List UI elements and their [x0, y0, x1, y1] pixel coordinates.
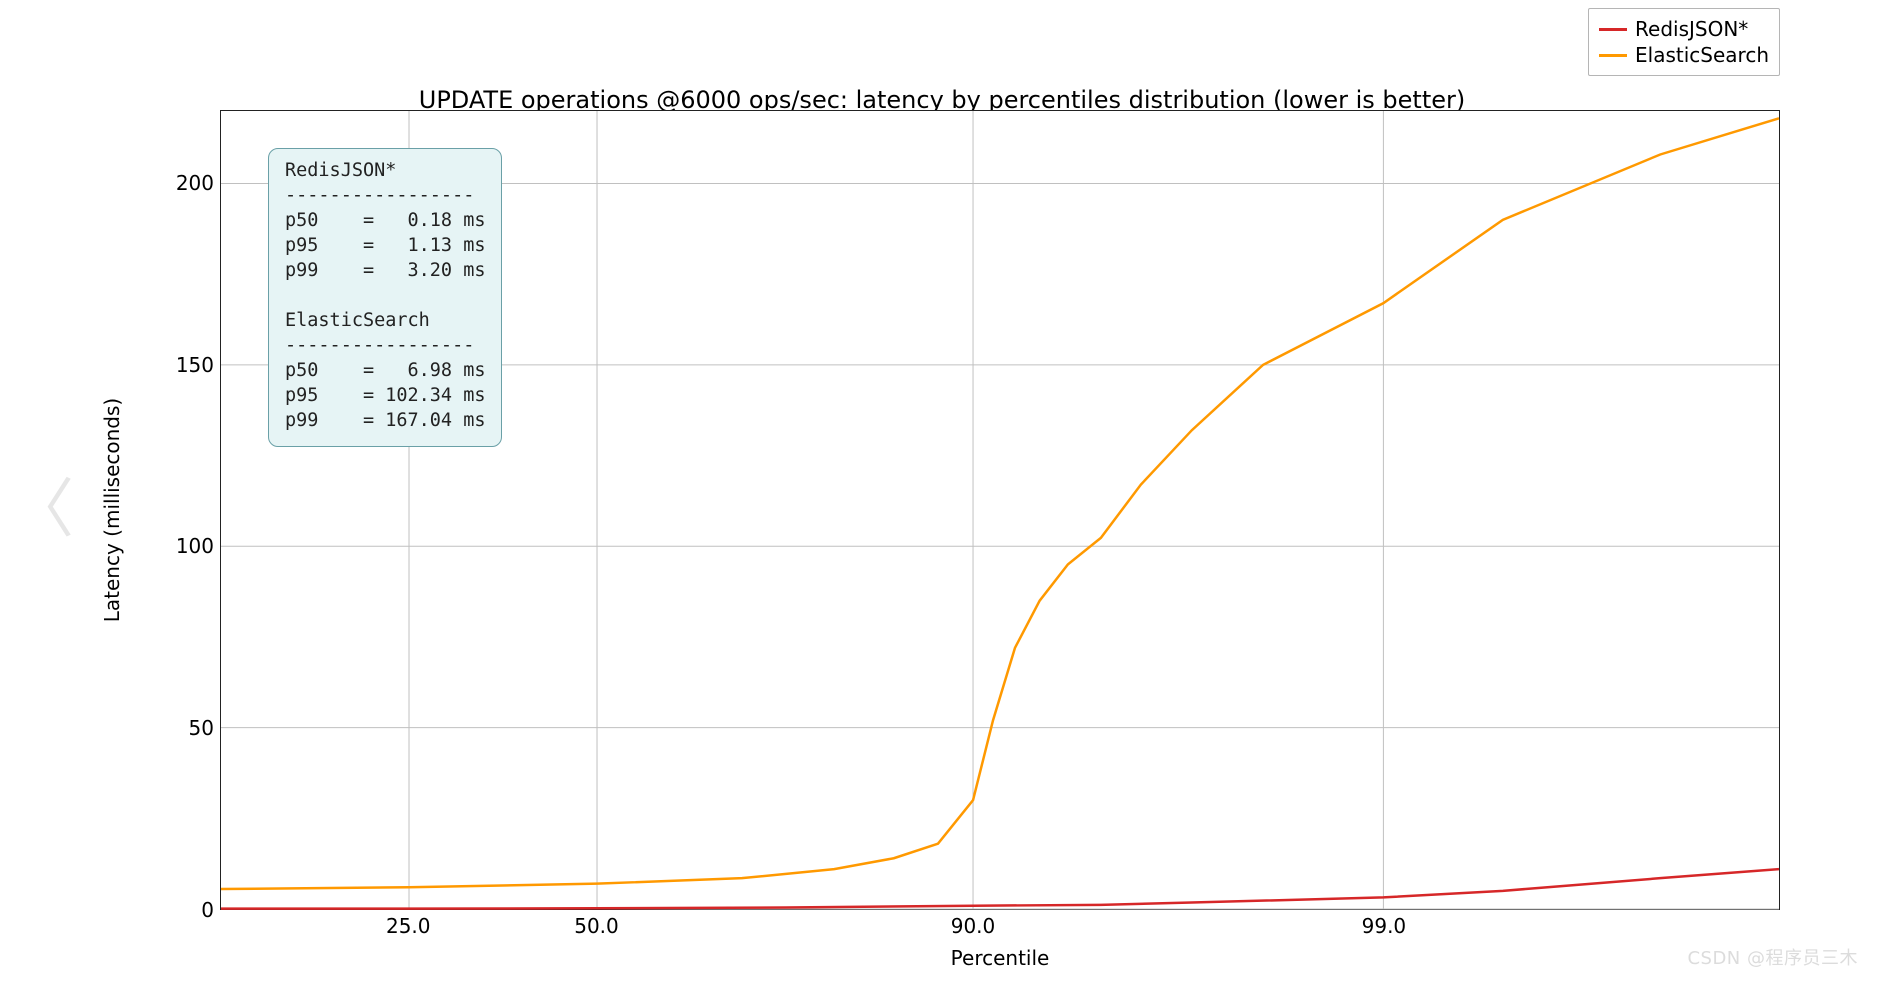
y-tick-label: 50 — [189, 716, 214, 740]
legend-item-redisjson: RedisJSON* — [1599, 17, 1769, 41]
legend-label: ElasticSearch — [1635, 43, 1769, 67]
y-tick-label: 100 — [176, 534, 214, 558]
legend-swatch-icon — [1599, 54, 1627, 57]
y-tick-label: 200 — [176, 171, 214, 195]
legend-swatch-icon — [1599, 28, 1627, 31]
series-line — [221, 869, 1779, 909]
x-tick-label: 99.0 — [1362, 914, 1407, 938]
y-tick-label: 0 — [201, 898, 214, 922]
legend: RedisJSON* ElasticSearch — [1588, 8, 1780, 76]
x-tick-label: 50.0 — [574, 914, 619, 938]
x-tick-label: 90.0 — [951, 914, 996, 938]
y-tick-label: 150 — [176, 353, 214, 377]
legend-item-elasticsearch: ElasticSearch — [1599, 43, 1769, 67]
stats-annotation-box: RedisJSON* ----------------- p50 = 0.18 … — [268, 148, 502, 447]
legend-label: RedisJSON* — [1635, 17, 1748, 41]
watermark-text: CSDN @程序员三木 — [1687, 944, 1858, 970]
x-axis-label: Percentile — [951, 946, 1050, 970]
chart-container: 〈 UPDATE operations @6000 ops/sec: laten… — [0, 0, 1884, 982]
y-axis-label: Latency (milliseconds) — [100, 398, 124, 622]
prev-chevron-icon[interactable]: 〈 — [10, 478, 74, 542]
x-tick-label: 25.0 — [386, 914, 431, 938]
